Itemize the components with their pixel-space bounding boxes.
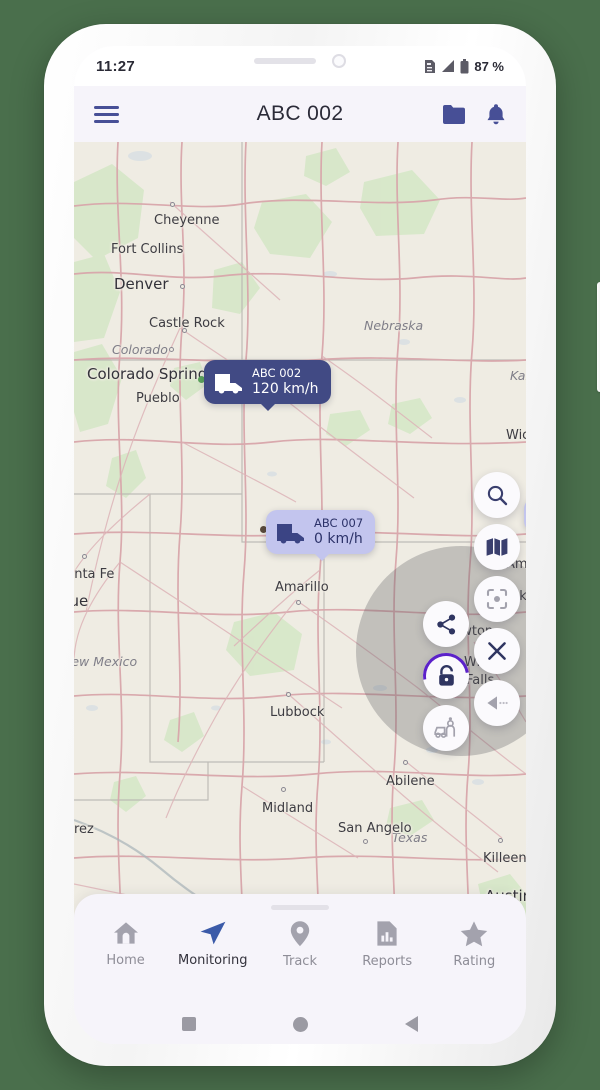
nav-item-reports[interactable]: Reports <box>345 920 429 969</box>
map-layers-icon[interactable] <box>474 524 520 570</box>
truck-icon <box>277 523 304 544</box>
report-chart-icon <box>377 921 397 946</box>
signal-icon <box>442 60 455 72</box>
vehicle-id: ABC 002 <box>252 366 302 380</box>
search-glyph <box>487 485 508 506</box>
vehicle-speed: 120 km/h <box>252 380 319 397</box>
map-city-dot <box>182 328 187 333</box>
status-bar-time: 11:27 <box>96 57 136 75</box>
battery-percent: 87 % <box>474 58 504 74</box>
vehicle-id: ABC 007 <box>314 516 364 530</box>
car-driver-icon[interactable] <box>423 705 469 751</box>
map-city-dot <box>169 347 174 352</box>
nav-label-reports: Reports <box>362 954 413 969</box>
nav-item-monitoring[interactable]: Monitoring <box>171 920 255 968</box>
close-icon[interactable] <box>474 628 520 674</box>
truck-icon <box>215 373 242 394</box>
map-city-dot <box>363 839 368 844</box>
vehicle-marker-text: ABC 002 120 km/h <box>252 366 319 397</box>
lock-glyph <box>438 664 454 686</box>
home-icon <box>113 922 138 944</box>
app-bar-actions <box>442 103 506 126</box>
folder-icon[interactable] <box>442 104 466 125</box>
circle-icon <box>292 1016 308 1032</box>
map-city-dot <box>281 787 286 792</box>
bottom-sheet: Home Monitoring Track Reports Rating <box>74 894 526 1004</box>
map-city-dot <box>403 760 408 765</box>
search-icon[interactable] <box>474 472 520 518</box>
map-glyph <box>486 538 508 556</box>
vehicle-marker-1[interactable]: ABC 002 120 km/h <box>204 360 331 412</box>
sheet-drag-handle[interactable] <box>271 905 329 910</box>
send-arrow-glyph <box>487 696 508 710</box>
back-button[interactable] <box>397 1008 426 1040</box>
nav-item-track[interactable]: Track <box>258 920 342 969</box>
map-city-dot <box>286 692 291 697</box>
earpiece-speaker <box>254 58 316 64</box>
center-focus-icon[interactable] <box>474 576 520 622</box>
status-bar: 11:27 87 % <box>74 46 526 86</box>
notification-bell-icon[interactable] <box>486 103 506 126</box>
triangle-left-icon <box>404 1016 418 1032</box>
app-bar: ABC 002 <box>74 86 526 142</box>
map-city-dot <box>82 554 87 559</box>
android-navigation-bar <box>74 1004 526 1044</box>
map-city-dot <box>296 600 301 605</box>
center-focus-glyph <box>486 588 508 610</box>
vehicle-marker-text: ABC 007 0 km/h <box>314 516 364 547</box>
map-pin-icon <box>290 921 310 947</box>
nav-label-home: Home <box>106 953 145 968</box>
map-city-dot <box>180 284 185 289</box>
lock-icon[interactable] <box>413 643 479 709</box>
send-arrow-icon[interactable] <box>474 680 520 726</box>
nav-label-monitoring: Monitoring <box>178 953 248 968</box>
phone-screen: 11:27 87 % ABC 002 Nebraska Ka Colorado … <box>74 46 526 1044</box>
share-icon[interactable] <box>423 601 469 647</box>
share-glyph <box>436 614 455 634</box>
phone-notch <box>182 46 418 76</box>
close-glyph <box>488 642 506 660</box>
nav-item-home[interactable]: Home <box>84 920 168 968</box>
status-bar-indicators: 87 % <box>424 58 504 74</box>
vibrate-icon <box>425 59 436 73</box>
home-button[interactable] <box>285 1009 316 1040</box>
map-city-dot <box>170 202 175 207</box>
recents-button[interactable] <box>174 1009 204 1039</box>
nav-item-rating[interactable]: Rating <box>432 920 516 969</box>
navigation-arrow-icon <box>200 921 226 945</box>
hamburger-menu-icon[interactable] <box>94 105 119 123</box>
star-icon <box>461 921 488 947</box>
battery-icon <box>460 58 469 73</box>
car-driver-glyph <box>434 716 456 738</box>
vehicle-speed: 0 km/h <box>314 530 363 547</box>
nav-label-rating: Rating <box>453 954 496 969</box>
map-view[interactable]: NebraskaKansasColoradoNew MexicoTexasChe… <box>74 142 526 962</box>
vehicle-marker-2[interactable]: ABC 007 0 km/h <box>266 510 376 562</box>
front-camera <box>332 54 346 68</box>
map-city-dot <box>498 838 503 843</box>
nav-label-track: Track <box>282 954 317 969</box>
bottom-navigation: Home Monitoring Track Reports Rating <box>74 920 526 969</box>
square-icon <box>182 1017 197 1031</box>
